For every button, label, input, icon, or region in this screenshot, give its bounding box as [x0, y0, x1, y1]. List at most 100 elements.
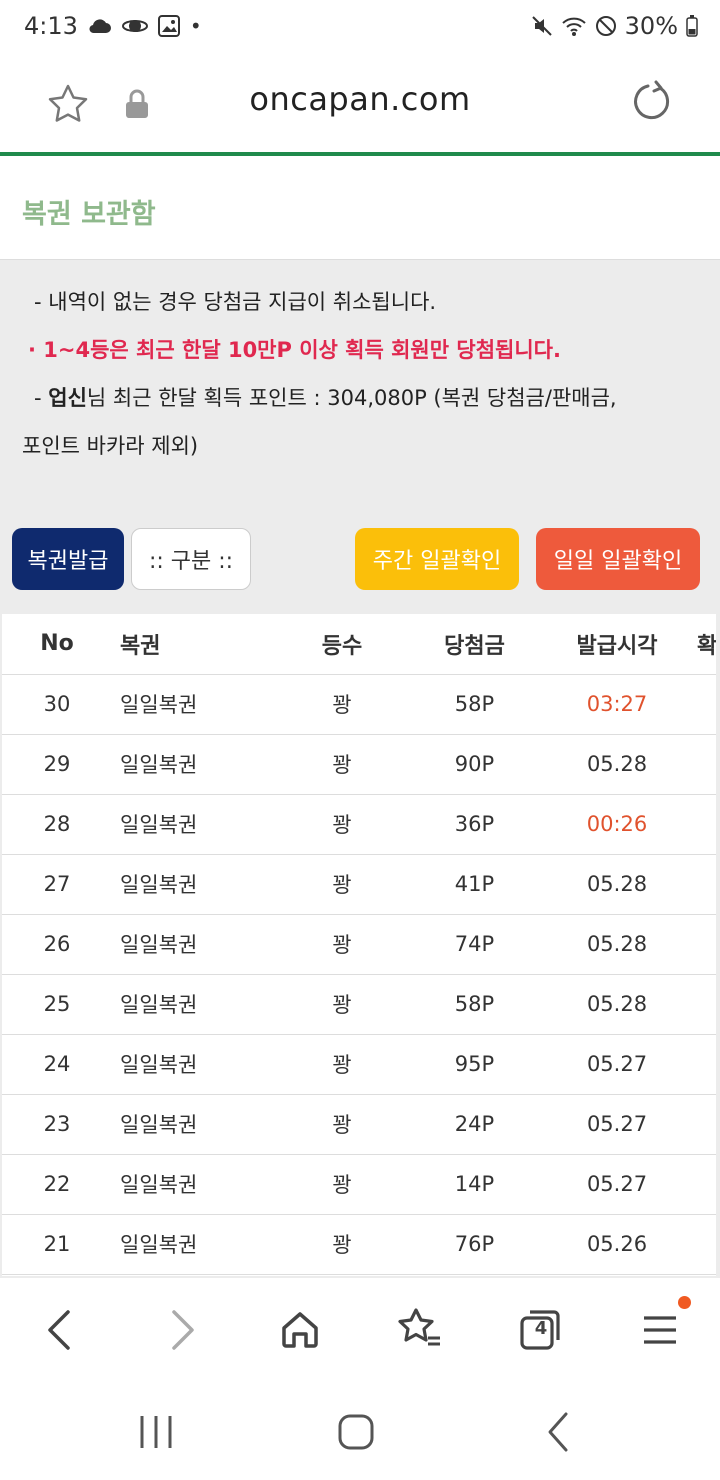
browser-bottom-nav: 4 [0, 1278, 720, 1382]
cell-prize: 24P [412, 1094, 537, 1155]
cell-no: 21 [2, 1214, 112, 1275]
bookmarks-icon[interactable] [394, 1304, 446, 1356]
page-title: 복권 보관함 [22, 199, 156, 230]
col-header-name: 복권 [112, 614, 272, 675]
browser-url-bar: oncapan.com [0, 52, 720, 152]
notice-box: - 내역이 없는 경우 당첨금 지급이 취소됩니다. · 1~4등은 최근 한달… [22, 278, 702, 470]
cell-rank: 꽝 [272, 854, 412, 915]
cell-extra [697, 914, 716, 975]
cell-extra [697, 1154, 716, 1215]
table-row[interactable]: 30 일일복권 꽝 58P 03:27 [2, 674, 716, 735]
table-row[interactable]: 22 일일복권 꽝 14P 05.27 [2, 1154, 716, 1215]
cell-extra [697, 674, 716, 735]
cell-rank: 꽝 [272, 974, 412, 1035]
cell-time: 05.26 [537, 1214, 697, 1275]
menu-notification-dot [678, 1296, 691, 1309]
table-row[interactable]: 23 일일복권 꽝 24P 05.27 [2, 1094, 716, 1155]
url-host[interactable]: oncapan.com [0, 80, 720, 118]
notice-points: 님 최근 한달 획득 포인트 : 304,080P (복권 당첨금/판매금, [86, 386, 617, 410]
cell-time: 05.27 [537, 1154, 697, 1215]
table-row[interactable]: 28 일일복권 꽝 36P 00:26 [2, 794, 716, 855]
table-header-row: No 복권 등수 당첨금 발급시각 확 [2, 614, 716, 675]
cell-time: 05.27 [537, 1094, 697, 1155]
col-header-prize: 당첨금 [412, 614, 537, 675]
cell-name: 일일복권 [112, 854, 272, 915]
table-row[interactable]: 29 일일복권 꽝 90P 05.28 [2, 734, 716, 795]
cell-no: 29 [2, 734, 112, 795]
cell-prize: 36P [412, 794, 537, 855]
cell-extra [697, 734, 716, 795]
col-header-extra: 확 [697, 614, 716, 675]
cell-no: 28 [2, 794, 112, 855]
tab-count: 4 [534, 1318, 548, 1339]
cell-prize: 58P [412, 974, 537, 1035]
battery-percent: 30% [624, 12, 678, 40]
issue-lottery-button[interactable]: 복권발급 [12, 528, 124, 590]
main-content: - 내역이 없는 경우 당첨금 지급이 취소됩니다. · 1~4등은 최근 한달… [0, 260, 720, 1278]
cell-extra [697, 1094, 716, 1155]
category-filter-button[interactable]: :: 구분 :: [131, 528, 251, 590]
cell-name: 일일복권 [112, 914, 272, 975]
cell-rank: 꽝 [272, 734, 412, 795]
forward-icon[interactable] [156, 1304, 208, 1356]
cell-no: 23 [2, 1094, 112, 1155]
system-nav-bar [0, 1382, 720, 1480]
cell-no: 24 [2, 1034, 112, 1095]
cell-time: 05.28 [537, 914, 697, 975]
home-icon[interactable] [274, 1304, 326, 1356]
table-row[interactable]: 26 일일복권 꽝 74P 05.28 [2, 914, 716, 975]
cell-rank: 꽝 [272, 794, 412, 855]
table-row[interactable]: 21 일일복권 꽝 76P 05.26 [2, 1214, 716, 1275]
table-row[interactable]: 27 일일복권 꽝 41P 05.28 [2, 854, 716, 915]
menu-icon[interactable] [634, 1304, 686, 1356]
cell-time: 05.28 [537, 854, 697, 915]
wifi-icon [561, 17, 586, 36]
battery-icon [686, 15, 698, 37]
cell-rank: 꽝 [272, 1154, 412, 1215]
system-back-icon[interactable] [538, 1410, 578, 1454]
cell-time: 05.28 [537, 974, 697, 1035]
cell-rank: 꽝 [272, 1034, 412, 1095]
system-home-icon[interactable] [336, 1412, 376, 1452]
cell-rank: 꽝 [272, 1094, 412, 1155]
cell-rank: 꽝 [272, 674, 412, 735]
gallery-icon [157, 15, 180, 37]
recent-apps-icon[interactable] [134, 1412, 178, 1452]
notice-prefix: - [34, 386, 49, 410]
status-time: 4:13 [24, 12, 78, 40]
cell-time: 05.28 [537, 734, 697, 795]
cell-name: 일일복권 [112, 1214, 272, 1275]
user-name: 업신 [48, 386, 87, 410]
planet-icon [121, 20, 148, 32]
table-row[interactable]: 24 일일복권 꽝 95P 05.27 [2, 1034, 716, 1095]
notice-line-2: · 1~4등은 최근 한달 10만P 이상 획득 회원만 당첨됩니다. [28, 338, 561, 362]
cell-prize: 90P [412, 734, 537, 795]
notice-line-1: - 내역이 없는 경우 당첨금 지급이 취소됩니다. [34, 290, 437, 314]
table-row[interactable]: 25 일일복권 꽝 58P 05.28 [2, 974, 716, 1035]
cell-name: 일일복권 [112, 974, 272, 1035]
mute-icon [531, 16, 552, 36]
cell-no: 25 [2, 974, 112, 1035]
cell-name: 일일복권 [112, 734, 272, 795]
reload-icon[interactable] [630, 80, 674, 124]
back-icon[interactable] [34, 1304, 86, 1356]
cell-name: 일일복권 [112, 1154, 272, 1215]
col-header-no: No [2, 614, 112, 675]
cell-name: 일일복권 [112, 794, 272, 855]
cell-name: 일일복권 [112, 1034, 272, 1095]
tabs-button[interactable]: 4 [514, 1304, 566, 1356]
cell-prize: 14P [412, 1154, 537, 1215]
cell-extra [697, 1214, 716, 1275]
cell-prize: 41P [412, 854, 537, 915]
weekly-check-all-button[interactable]: 주간 일괄확인 [355, 528, 519, 590]
cell-time: 05.27 [537, 1034, 697, 1095]
cell-extra [697, 794, 716, 855]
status-bar: 4:13 • 30% [0, 0, 720, 52]
lottery-table: No 복권 등수 당첨금 발급시각 확 30 일일복권 꽝 58P 03:27 [2, 614, 716, 1276]
cell-no: 30 [2, 674, 112, 735]
notification-dot-icon: • [189, 14, 202, 38]
daily-check-all-button[interactable]: 일일 일괄확인 [536, 528, 700, 590]
notice-line-4: 포인트 바카라 제외) [22, 434, 199, 458]
cell-time: 00:26 [537, 794, 697, 855]
cell-no: 27 [2, 854, 112, 915]
